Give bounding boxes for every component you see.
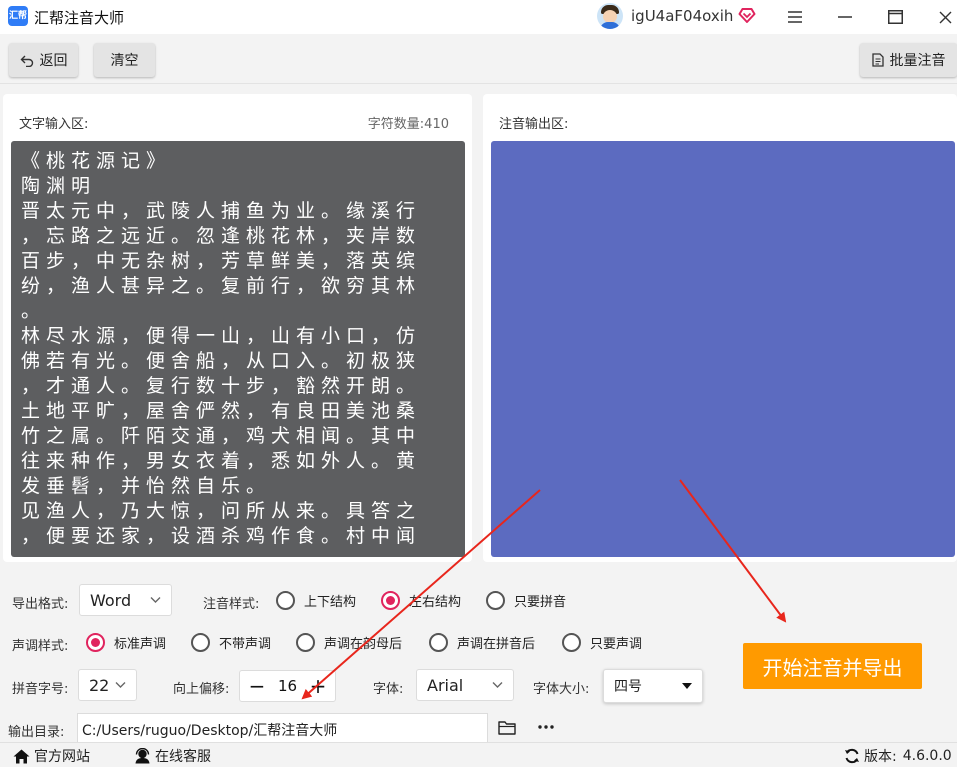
- input-text-line: 竹之属。阡陌交通，鸡犬相闻。其中: [21, 425, 422, 447]
- menu-icon[interactable]: [782, 4, 808, 30]
- char-count: 字符数量:410: [367, 117, 449, 132]
- offset-label: 向上偏移:: [173, 682, 230, 697]
- input-text-line: 。: [21, 300, 47, 322]
- vip-heart-icon[interactable]: [737, 5, 757, 25]
- input-text-line: 《桃花源记》: [21, 150, 172, 172]
- export-format-select[interactable]: Word: [79, 584, 172, 616]
- tone-style-radio-3[interactable]: 声调在拼音后: [429, 633, 535, 652]
- output-dir-field[interactable]: C:/Users/ruguo/Desktop/汇帮注音大师: [77, 713, 488, 743]
- output-panel: 注音输出区:: [483, 94, 957, 562]
- batch-annotate-button[interactable]: 批量注音: [860, 43, 957, 77]
- username[interactable]: igU4aF04oxih: [631, 7, 733, 25]
- document-icon: [871, 53, 884, 67]
- app-title: 汇帮注音大师: [34, 9, 125, 27]
- input-text-line: ，忘路之远近。忽逢桃花林，夹岸数: [21, 225, 422, 247]
- version-info: 版本: 4.6.0.0: [844, 746, 952, 766]
- font-label: 字体:: [373, 682, 404, 697]
- input-text-line: 往来种作，男女衣着，悉如外人。黄: [21, 450, 422, 472]
- pinyin-size-label: 拼音字号:: [12, 682, 69, 697]
- back-button[interactable]: 返回: [9, 43, 78, 77]
- home-icon: [13, 749, 30, 764]
- tone-style-radio-4[interactable]: 只要声调: [562, 633, 642, 652]
- back-label: 返回: [39, 53, 68, 69]
- input-text-line: 林尽水源，便得一山，山有小口，仿: [21, 325, 422, 347]
- output-panel-label: 注音输出区:: [499, 117, 569, 132]
- pinyin-output-area[interactable]: [491, 141, 955, 557]
- input-text-line: 土地平旷，屋舍俨然，有良田美池桑: [21, 400, 422, 422]
- avatar[interactable]: [597, 3, 623, 29]
- input-text-line: 佛若有光。便舍船，从口入。初极狭: [21, 350, 422, 372]
- chevron-down-icon: [492, 682, 503, 689]
- annotation-style-radio-1[interactable]: 左右结构: [381, 591, 461, 610]
- close-icon[interactable]: [932, 4, 957, 30]
- input-text-line: 陶渊明: [21, 175, 97, 197]
- website-link[interactable]: 官方网站: [13, 746, 90, 766]
- clear-label: 清空: [110, 53, 139, 69]
- folder-icon[interactable]: [495, 715, 519, 739]
- annotation-style-radio-0[interactable]: 上下结构: [276, 591, 356, 610]
- offset-increment-button[interactable]: +: [303, 671, 333, 701]
- input-text-line: 见渔人，乃大惊，问所从来。具答之: [21, 500, 422, 522]
- offset-stepper: − 16 +: [239, 670, 336, 702]
- tone-style-radio-0[interactable]: 标准声调: [86, 633, 166, 652]
- maximize-icon[interactable]: [882, 4, 908, 30]
- input-panel: 文字输入区: 字符数量:410 《桃花源记》 陶渊明晋太元中，武陵人捕鱼为业。缘溪…: [3, 94, 472, 562]
- toolbar: 返回 清空 批量注音: [0, 34, 957, 84]
- offset-value[interactable]: 16: [270, 677, 305, 695]
- input-text-line: 发垂髫，并怡然自乐。: [21, 475, 272, 497]
- more-icon[interactable]: [533, 715, 559, 739]
- pinyin-size-select[interactable]: 22: [78, 669, 137, 701]
- font-select[interactable]: Arial: [416, 669, 514, 701]
- caret-down-icon: [682, 683, 692, 689]
- minimize-icon[interactable]: [832, 4, 858, 30]
- annotation-style-radio-2[interactable]: 只要拼音: [486, 591, 566, 610]
- tone-style-radio-2[interactable]: 声调在韵母后: [296, 633, 402, 652]
- tone-style-radio-1[interactable]: 不带声调: [191, 633, 271, 652]
- app-logo: 汇帮: [8, 6, 28, 26]
- support-icon: [134, 748, 151, 764]
- status-bar: 官方网站 在线客服 版本: 4.6.0.0: [0, 742, 957, 767]
- input-text-line: 百步，中无杂树，芳草鲜美，落英缤: [21, 250, 422, 272]
- font-size-select[interactable]: 四号: [603, 669, 703, 703]
- start-export-button[interactable]: 开始注音并导出: [743, 643, 922, 689]
- offset-decrement-button[interactable]: −: [242, 671, 272, 701]
- font-size-label: 字体大小:: [533, 682, 590, 697]
- clear-button[interactable]: 清空: [94, 43, 155, 77]
- text-input-area[interactable]: 《桃花源记》 陶渊明晋太元中，武陵人捕鱼为业。缘溪行 ，忘路之远近。忽逢桃花林，夹岸…: [11, 141, 465, 557]
- output-dir-label: 输出目录:: [8, 725, 65, 740]
- input-text-line: ，便要还家，设酒杀鸡作食。村中闻: [21, 525, 422, 547]
- input-text-line: 纷，渔人甚异之。复前行，欲穷其林: [21, 275, 422, 297]
- refresh-icon: [844, 748, 860, 764]
- annotation-style-label: 注音样式:: [203, 597, 260, 612]
- export-format-label: 导出格式:: [12, 597, 69, 612]
- title-bar: 汇帮 汇帮注音大师 igU4aF04oxih: [0, 0, 957, 34]
- input-panel-label: 文字输入区:: [19, 117, 89, 132]
- chevron-down-icon: [115, 682, 126, 689]
- input-text-line: 晋太元中，武陵人捕鱼为业。缘溪行: [21, 200, 422, 222]
- back-arrow-icon: [20, 54, 34, 67]
- input-text-line: ，才通人。复行数十步，豁然开朗。: [21, 375, 422, 397]
- tone-style-label: 声调样式:: [12, 639, 69, 654]
- batch-label: 批量注音: [889, 53, 946, 69]
- support-link[interactable]: 在线客服: [134, 746, 211, 766]
- chevron-down-icon: [150, 597, 161, 604]
